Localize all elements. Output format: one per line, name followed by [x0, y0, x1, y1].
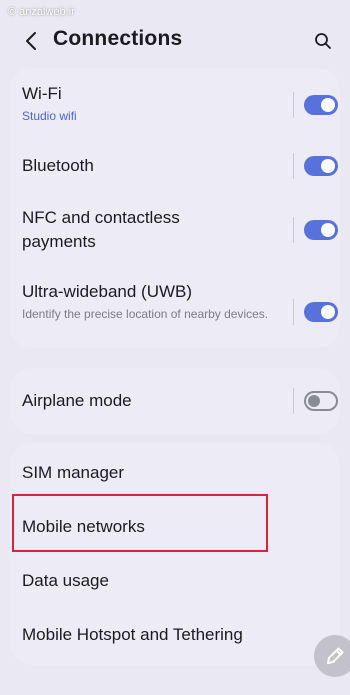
mobile-hotspot-row[interactable]: Mobile Hotspot and Tethering	[22, 623, 338, 647]
bluetooth-label: Bluetooth	[22, 156, 94, 175]
airplane-mode-toggle[interactable]	[304, 391, 338, 411]
bluetooth-toggle[interactable]	[304, 156, 338, 176]
data-usage-row[interactable]: Data usage	[22, 569, 338, 593]
wifi-network-name: Studio wifi	[22, 109, 77, 123]
wifi-row[interactable]: Wi-Fi Studio wifi	[22, 82, 338, 125]
watermark: © anzalweb.ir	[8, 6, 75, 18]
uwb-label: Ultra-wideband (UWB)	[22, 282, 193, 301]
pencil-icon	[327, 647, 344, 664]
bluetooth-row[interactable]: Bluetooth	[22, 154, 338, 178]
divider	[293, 388, 294, 414]
wifi-toggle[interactable]	[304, 95, 338, 115]
divider	[293, 299, 294, 325]
page-title: Connections	[53, 27, 183, 50]
nfc-label: NFC and contactless payments	[22, 208, 180, 251]
back-button[interactable]	[16, 26, 46, 56]
divider	[293, 217, 294, 243]
connections-card-network: SIM manager Mobile networks Data usage M…	[10, 443, 340, 665]
edit-fab-button[interactable]	[314, 635, 350, 677]
search-icon	[315, 33, 331, 49]
toggle-knob	[321, 159, 335, 173]
divider	[293, 92, 294, 118]
search-button[interactable]	[308, 26, 338, 56]
sim-manager-row[interactable]: SIM manager	[22, 461, 338, 485]
toggle-knob	[321, 223, 335, 237]
chevron-left-icon	[26, 32, 36, 50]
watermark-text: © anzalweb.ir	[8, 6, 75, 18]
divider	[293, 153, 294, 179]
connections-card-primary: Wi-Fi Studio wifi Bluetooth NFC and cont…	[10, 68, 340, 348]
airplane-mode-row[interactable]: Airplane mode	[22, 389, 338, 413]
toggle-knob	[321, 305, 335, 319]
toggle-knob	[321, 98, 335, 112]
nfc-row[interactable]: NFC and contactless payments	[22, 206, 222, 254]
app-header: Connections	[0, 18, 350, 64]
data-usage-label: Data usage	[22, 571, 109, 590]
highlight-box	[12, 494, 268, 552]
nfc-toggle[interactable]	[304, 220, 338, 240]
uwb-toggle[interactable]	[304, 302, 338, 322]
wifi-label: Wi-Fi	[22, 84, 62, 103]
mobile-hotspot-label: Mobile Hotspot and Tethering	[22, 625, 243, 644]
airplane-mode-label: Airplane mode	[22, 391, 132, 410]
uwb-row[interactable]: Ultra-wideband (UWB) Identify the precis…	[22, 280, 284, 323]
uwb-description: Identify the precise location of nearby …	[22, 307, 269, 321]
toggle-knob	[308, 395, 320, 407]
sim-manager-label: SIM manager	[22, 463, 125, 482]
connections-card-airplane: Airplane mode	[10, 368, 340, 434]
